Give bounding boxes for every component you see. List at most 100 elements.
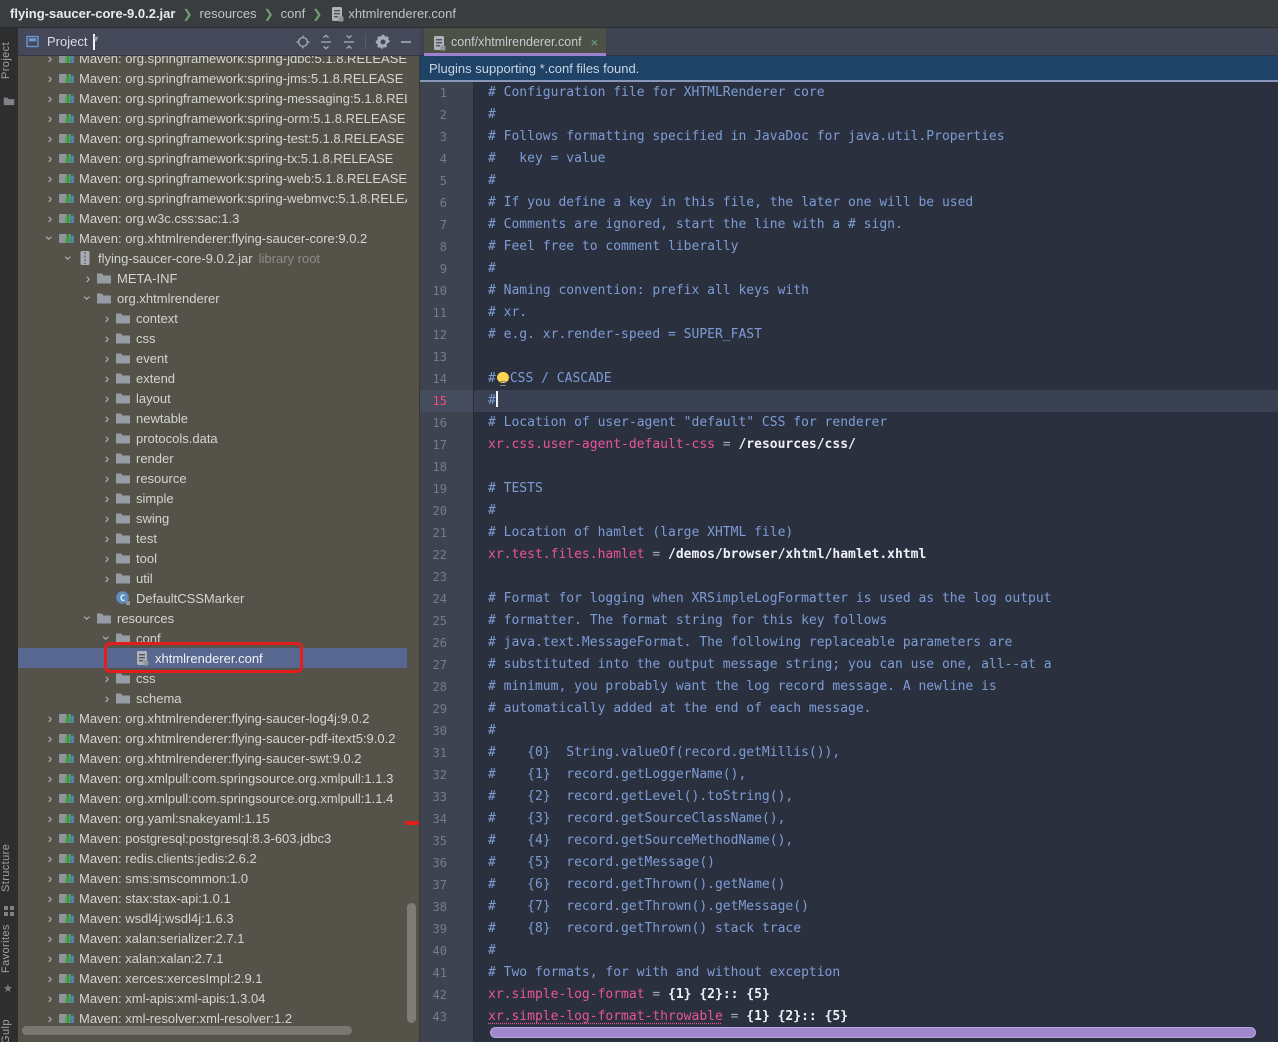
chevron-collapsed-icon[interactable]: › xyxy=(99,470,115,486)
chevron-collapsed-icon[interactable]: › xyxy=(42,770,58,786)
chevron-collapsed-icon[interactable]: › xyxy=(99,510,115,526)
chevron-expanded-icon[interactable]: › xyxy=(61,250,77,266)
code-line-33[interactable]: 33# {2} record.getLevel().toString(), xyxy=(420,786,1278,808)
tree-item-css[interactable]: ›css xyxy=(18,328,407,348)
code-line-32[interactable]: 32# {1} record.getLoggerName(), xyxy=(420,764,1278,786)
chevron-collapsed-icon[interactable]: › xyxy=(42,750,58,766)
chevron-collapsed-icon[interactable]: › xyxy=(42,950,58,966)
editor-tab-active[interactable]: conf/xhtmlrenderer.conf × xyxy=(424,28,606,56)
locate-icon[interactable] xyxy=(294,33,311,50)
chevron-collapsed-icon[interactable]: › xyxy=(99,370,115,386)
chevron-collapsed-icon[interactable]: › xyxy=(42,130,58,146)
code-line-12[interactable]: 12# e.g. xr.render-speed = SUPER_FAST xyxy=(420,324,1278,346)
chevron-collapsed-icon[interactable]: › xyxy=(42,150,58,166)
chevron-collapsed-icon[interactable]: › xyxy=(99,350,115,366)
chevron-collapsed-icon[interactable]: › xyxy=(42,910,58,926)
chevron-collapsed-icon[interactable]: › xyxy=(42,110,58,126)
code-line-2[interactable]: 2# xyxy=(420,104,1278,126)
tree-item-maven-org-springframework-spring-tx-5-1-[interactable]: ›Maven: org.springframework:spring-tx:5.… xyxy=(18,148,407,168)
code-line-6[interactable]: 6# If you define a key in this file, the… xyxy=(420,192,1278,214)
code-line-1[interactable]: 1# Configuration file for XHTMLRenderer … xyxy=(420,82,1278,104)
tree-item-meta-inf[interactable]: ›META-INF xyxy=(18,268,407,288)
code-line-19[interactable]: 19# TESTS xyxy=(420,478,1278,500)
code-line-22[interactable]: 22xr.test.files.hamlet = /demos/browser/… xyxy=(420,544,1278,566)
chevron-collapsed-icon[interactable]: › xyxy=(42,1010,58,1026)
tree-item-maven-xalan-xalan-2-7-1[interactable]: ›Maven: xalan:xalan:2.7.1 xyxy=(18,948,407,968)
code-line-5[interactable]: 5# xyxy=(420,170,1278,192)
chevron-collapsed-icon[interactable]: › xyxy=(42,810,58,826)
code-line-26[interactable]: 26# java.text.MessageFormat. The followi… xyxy=(420,632,1278,654)
tree-item-maven-org-xhtmlrenderer-flying-saucer-lo[interactable]: ›Maven: org.xhtmlrenderer:flying-saucer-… xyxy=(18,708,407,728)
structure-tool-icon[interactable] xyxy=(3,904,15,916)
tree-item-maven-org-springframework-spring-webmvc-[interactable]: ›Maven: org.springframework:spring-webmv… xyxy=(18,188,407,208)
chevron-collapsed-icon[interactable]: › xyxy=(42,730,58,746)
chevron-collapsed-icon[interactable]: › xyxy=(99,570,115,586)
tree-item-maven-sms-smscommon-1-0[interactable]: ›Maven: sms:smscommon:1.0 xyxy=(18,868,407,888)
code-line-7[interactable]: 7# Comments are ignored, start the line … xyxy=(420,214,1278,236)
tree-item-context[interactable]: ›context xyxy=(18,308,407,328)
chevron-collapsed-icon[interactable]: › xyxy=(42,930,58,946)
chevron-collapsed-icon[interactable]: › xyxy=(42,56,58,66)
chevron-collapsed-icon[interactable]: › xyxy=(42,970,58,986)
chevron-collapsed-icon[interactable]: › xyxy=(42,190,58,206)
tree-item-maven-xml-apis-xml-apis-1-3-04[interactable]: ›Maven: xml-apis:xml-apis:1.3.04 xyxy=(18,988,407,1008)
chevron-expanded-icon[interactable]: › xyxy=(42,230,58,246)
tree-item-maven-org-springframework-spring-web-5-1[interactable]: ›Maven: org.springframework:spring-web:5… xyxy=(18,168,407,188)
star-icon[interactable]: ★ xyxy=(3,982,15,994)
tree-item-maven-org-springframework-spring-messagi[interactable]: ›Maven: org.springframework:spring-messa… xyxy=(18,88,407,108)
tree-item-layout[interactable]: ›layout xyxy=(18,388,407,408)
collapse-all-icon[interactable] xyxy=(340,33,357,50)
code-line-3[interactable]: 3# Follows formatting specified in JavaD… xyxy=(420,126,1278,148)
tree-item-maven-redis-clients-jedis-2-6-2[interactable]: ›Maven: redis.clients:jedis:2.6.2 xyxy=(18,848,407,868)
code-line-38[interactable]: 38# {7} record.getThrown().getMessage() xyxy=(420,896,1278,918)
tree-item-maven-org-springframework-spring-orm-5-1[interactable]: ›Maven: org.springframework:spring-orm:5… xyxy=(18,108,407,128)
tool-button-project[interactable]: Project xyxy=(0,32,18,88)
tree-item-maven-org-xhtmlrenderer-flying-saucer-sw[interactable]: ›Maven: org.xhtmlrenderer:flying-saucer-… xyxy=(18,748,407,768)
chevron-expanded-icon[interactable]: › xyxy=(80,290,96,306)
tree-item-defaultcssmarker[interactable]: CDefaultCSSMarker xyxy=(18,588,407,608)
chevron-collapsed-icon[interactable]: › xyxy=(42,830,58,846)
chevron-expanded-icon[interactable]: › xyxy=(80,610,96,626)
tree-item-maven-org-w3c-css-sac-1-3[interactable]: ›Maven: org.w3c.css:sac:1.3 xyxy=(18,208,407,228)
tree-item-tool[interactable]: ›tool xyxy=(18,548,407,568)
chevron-collapsed-icon[interactable]: › xyxy=(99,550,115,566)
code-editor[interactable]: 1# Configuration file for XHTMLRenderer … xyxy=(420,82,1278,1042)
project-panel-title[interactable]: Project xyxy=(47,34,87,49)
chevron-collapsed-icon[interactable]: › xyxy=(42,790,58,806)
tree-item-protocols-data[interactable]: ›protocols.data xyxy=(18,428,407,448)
code-line-15[interactable]: 15# xyxy=(420,390,1278,412)
code-line-18[interactable]: 18 xyxy=(420,456,1278,478)
tree-item-maven-stax-stax-api-1-0-1[interactable]: ›Maven: stax:stax-api:1.0.1 xyxy=(18,888,407,908)
code-line-4[interactable]: 4# key = value xyxy=(420,148,1278,170)
chevron-collapsed-icon[interactable]: › xyxy=(99,310,115,326)
breadcrumb-segment-file[interactable]: xhtmlrenderer.conf xyxy=(348,6,456,21)
tree-item-maven-xml-resolver-xml-resolver-1-2[interactable]: ›Maven: xml-resolver:xml-resolver:1.2 xyxy=(18,1008,407,1028)
chevron-collapsed-icon[interactable]: › xyxy=(99,410,115,426)
tree-item-org-xhtmlrenderer[interactable]: ›org.xhtmlrenderer xyxy=(18,288,407,308)
code-line-43[interactable]: 43xr.simple-log-format-throwable = {1} {… xyxy=(420,1006,1278,1028)
chevron-collapsed-icon[interactable]: › xyxy=(42,210,58,226)
code-line-30[interactable]: 30# xyxy=(420,720,1278,742)
tree-item-resources[interactable]: ›resources xyxy=(18,608,407,628)
code-line-42[interactable]: 42xr.simple-log-format = {1} {2}:: {5} xyxy=(420,984,1278,1006)
chevron-collapsed-icon[interactable]: › xyxy=(42,890,58,906)
code-line-36[interactable]: 36# {5} record.getMessage() xyxy=(420,852,1278,874)
code-line-25[interactable]: 25# formatter. The format string for thi… xyxy=(420,610,1278,632)
code-line-24[interactable]: 24# Format for logging when XRSimpleLogF… xyxy=(420,588,1278,610)
code-line-37[interactable]: 37# {6} record.getThrown().getName() xyxy=(420,874,1278,896)
chevron-collapsed-icon[interactable]: › xyxy=(42,90,58,106)
tree-item-maven-xerces-xercesimpl-2-9-1[interactable]: ›Maven: xerces:xercesImpl:2.9.1 xyxy=(18,968,407,988)
code-line-14[interactable]: 14#CSS / CASCADE xyxy=(420,368,1278,390)
chevron-collapsed-icon[interactable]: › xyxy=(42,850,58,866)
code-line-23[interactable]: 23 xyxy=(420,566,1278,588)
code-line-41[interactable]: 41# Two formats, for with and without ex… xyxy=(420,962,1278,984)
code-line-13[interactable]: 13 xyxy=(420,346,1278,368)
tree-item-maven-org-xhtmlrenderer-flying-saucer-co[interactable]: ›Maven: org.xhtmlrenderer:flying-saucer-… xyxy=(18,228,407,248)
code-line-31[interactable]: 31# {0} String.valueOf(record.getMillis(… xyxy=(420,742,1278,764)
code-line-39[interactable]: 39# {8} record.getThrown() stack trace xyxy=(420,918,1278,940)
chevron-collapsed-icon[interactable]: › xyxy=(42,70,58,86)
breadcrumb-segment-resources[interactable]: resources xyxy=(200,6,257,21)
code-line-35[interactable]: 35# {4} record.getSourceMethodName(), xyxy=(420,830,1278,852)
tree-item-maven-org-yaml-snakeyaml-1-15[interactable]: ›Maven: org.yaml:snakeyaml:1.15 xyxy=(18,808,407,828)
chevron-collapsed-icon[interactable]: › xyxy=(42,170,58,186)
